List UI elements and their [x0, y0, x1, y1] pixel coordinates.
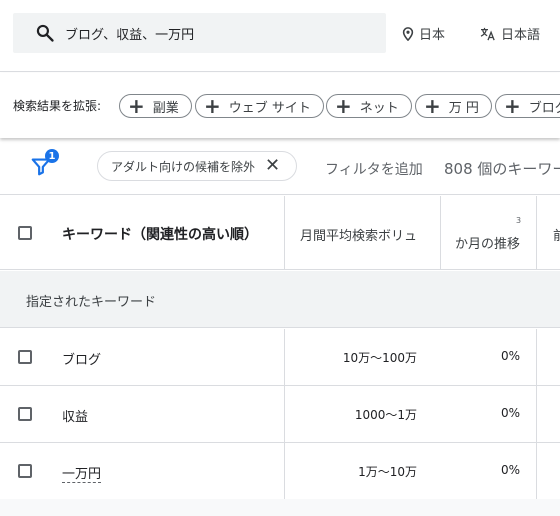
- row-checkbox[interactable]: [18, 407, 32, 421]
- trend-cell: 0%: [500, 463, 520, 477]
- expand-chip-blog[interactable]: + ブログ: [495, 94, 560, 118]
- location-label: 日本: [419, 28, 446, 43]
- language-label: 日本語: [501, 28, 541, 43]
- header-prev[interactable]: 前: [553, 225, 560, 244]
- bottom-strip: [0, 499, 560, 516]
- avg-searches-cell: 1万～10万: [358, 465, 417, 479]
- keyword-count: 808 個のキーワード: [444, 160, 560, 178]
- plus-icon: +: [504, 94, 521, 118]
- keyword-cell: 収益: [62, 410, 89, 425]
- section-label: 指定されたキーワード: [26, 295, 157, 310]
- expand-chip-fukugyo[interactable]: + 副業: [119, 94, 192, 118]
- close-icon[interactable]: ✕: [265, 157, 280, 175]
- column-divider: [536, 196, 537, 270]
- chip-label: 副業: [152, 100, 179, 116]
- avg-searches-cell: 1000～1万: [354, 408, 417, 422]
- expand-chip-manen[interactable]: + 万 円: [415, 94, 492, 118]
- column-divider: [536, 386, 537, 443]
- trend-cell: 0%: [500, 349, 520, 363]
- header-keyword[interactable]: キーワード（関連性の高い順）: [62, 224, 258, 244]
- chip-label: 万 円: [448, 100, 479, 116]
- row-checkbox[interactable]: [18, 464, 32, 478]
- column-divider: [284, 329, 285, 386]
- search-input[interactable]: ブログ、収益、一万円: [13, 13, 386, 53]
- table-row: 収益 1000～1万 0%: [0, 386, 560, 443]
- column-divider: [284, 443, 285, 500]
- expand-label: 検索結果を拡張:: [13, 99, 102, 113]
- search-icon: [34, 22, 56, 44]
- plus-icon: +: [335, 94, 352, 118]
- plus-icon: +: [128, 94, 145, 118]
- filter-chip-label: アダルト向けの候補を除外: [111, 159, 256, 174]
- table-row: 一万円 1万～10万 0%: [0, 443, 560, 500]
- add-filter-button[interactable]: フィルタを追加: [325, 159, 423, 179]
- chip-label: ネット: [359, 100, 399, 116]
- keyword-cell: ブログ: [62, 353, 102, 368]
- filter-bar: アダルト向けの候補を除外 ✕ フィルタを追加 808 個のキーワード: [0, 139, 560, 195]
- header-avg-searches[interactable]: 月間平均検索ボリュ: [300, 225, 417, 244]
- row-checkbox[interactable]: [18, 350, 32, 364]
- expand-chip-net[interactable]: + ネット: [326, 94, 412, 118]
- header-trend-top: 3: [516, 216, 522, 225]
- plus-icon: +: [424, 94, 441, 118]
- avg-searches-cell: 10万～100万: [342, 351, 417, 365]
- translate-icon: [480, 27, 496, 41]
- table-row: ブログ 10万～100万 0%: [0, 329, 560, 386]
- column-divider: [284, 386, 285, 443]
- column-divider: [440, 196, 441, 270]
- location-selector[interactable]: 日本: [402, 24, 445, 43]
- trend-cell: 0%: [500, 406, 520, 420]
- expand-chip-website[interactable]: + ウェブ サイト: [195, 94, 324, 118]
- header-trend[interactable]: か月の推移: [455, 233, 520, 252]
- table-header: キーワード（関連性の高い順） 月間平均検索ボリュ 3 か月の推移 前: [0, 196, 560, 270]
- expand-results-bar: 検索結果を拡張: + 副業 + ウェブ サイト + ネット + 万 円 + ブロ…: [0, 73, 560, 138]
- keyword-cell: 一万円: [62, 463, 102, 483]
- search-query: ブログ、収益、一万円: [65, 27, 195, 43]
- filter-count-badge: 1: [45, 149, 59, 163]
- select-all-checkbox[interactable]: [18, 226, 32, 240]
- top-bar: ブログ、収益、一万円 日本 日本語: [0, 0, 560, 72]
- plus-icon: +: [204, 94, 221, 118]
- chip-label: ウェブ サイト: [228, 100, 311, 116]
- chip-label: ブログ: [528, 100, 560, 116]
- column-divider: [536, 443, 537, 500]
- active-filter-chip[interactable]: アダルト向けの候補を除外 ✕: [97, 151, 297, 181]
- location-pin-icon: [402, 26, 414, 41]
- column-divider: [536, 329, 537, 386]
- section-header: 指定されたキーワード: [0, 271, 560, 328]
- language-selector[interactable]: 日本語: [480, 24, 540, 43]
- column-divider: [284, 196, 285, 270]
